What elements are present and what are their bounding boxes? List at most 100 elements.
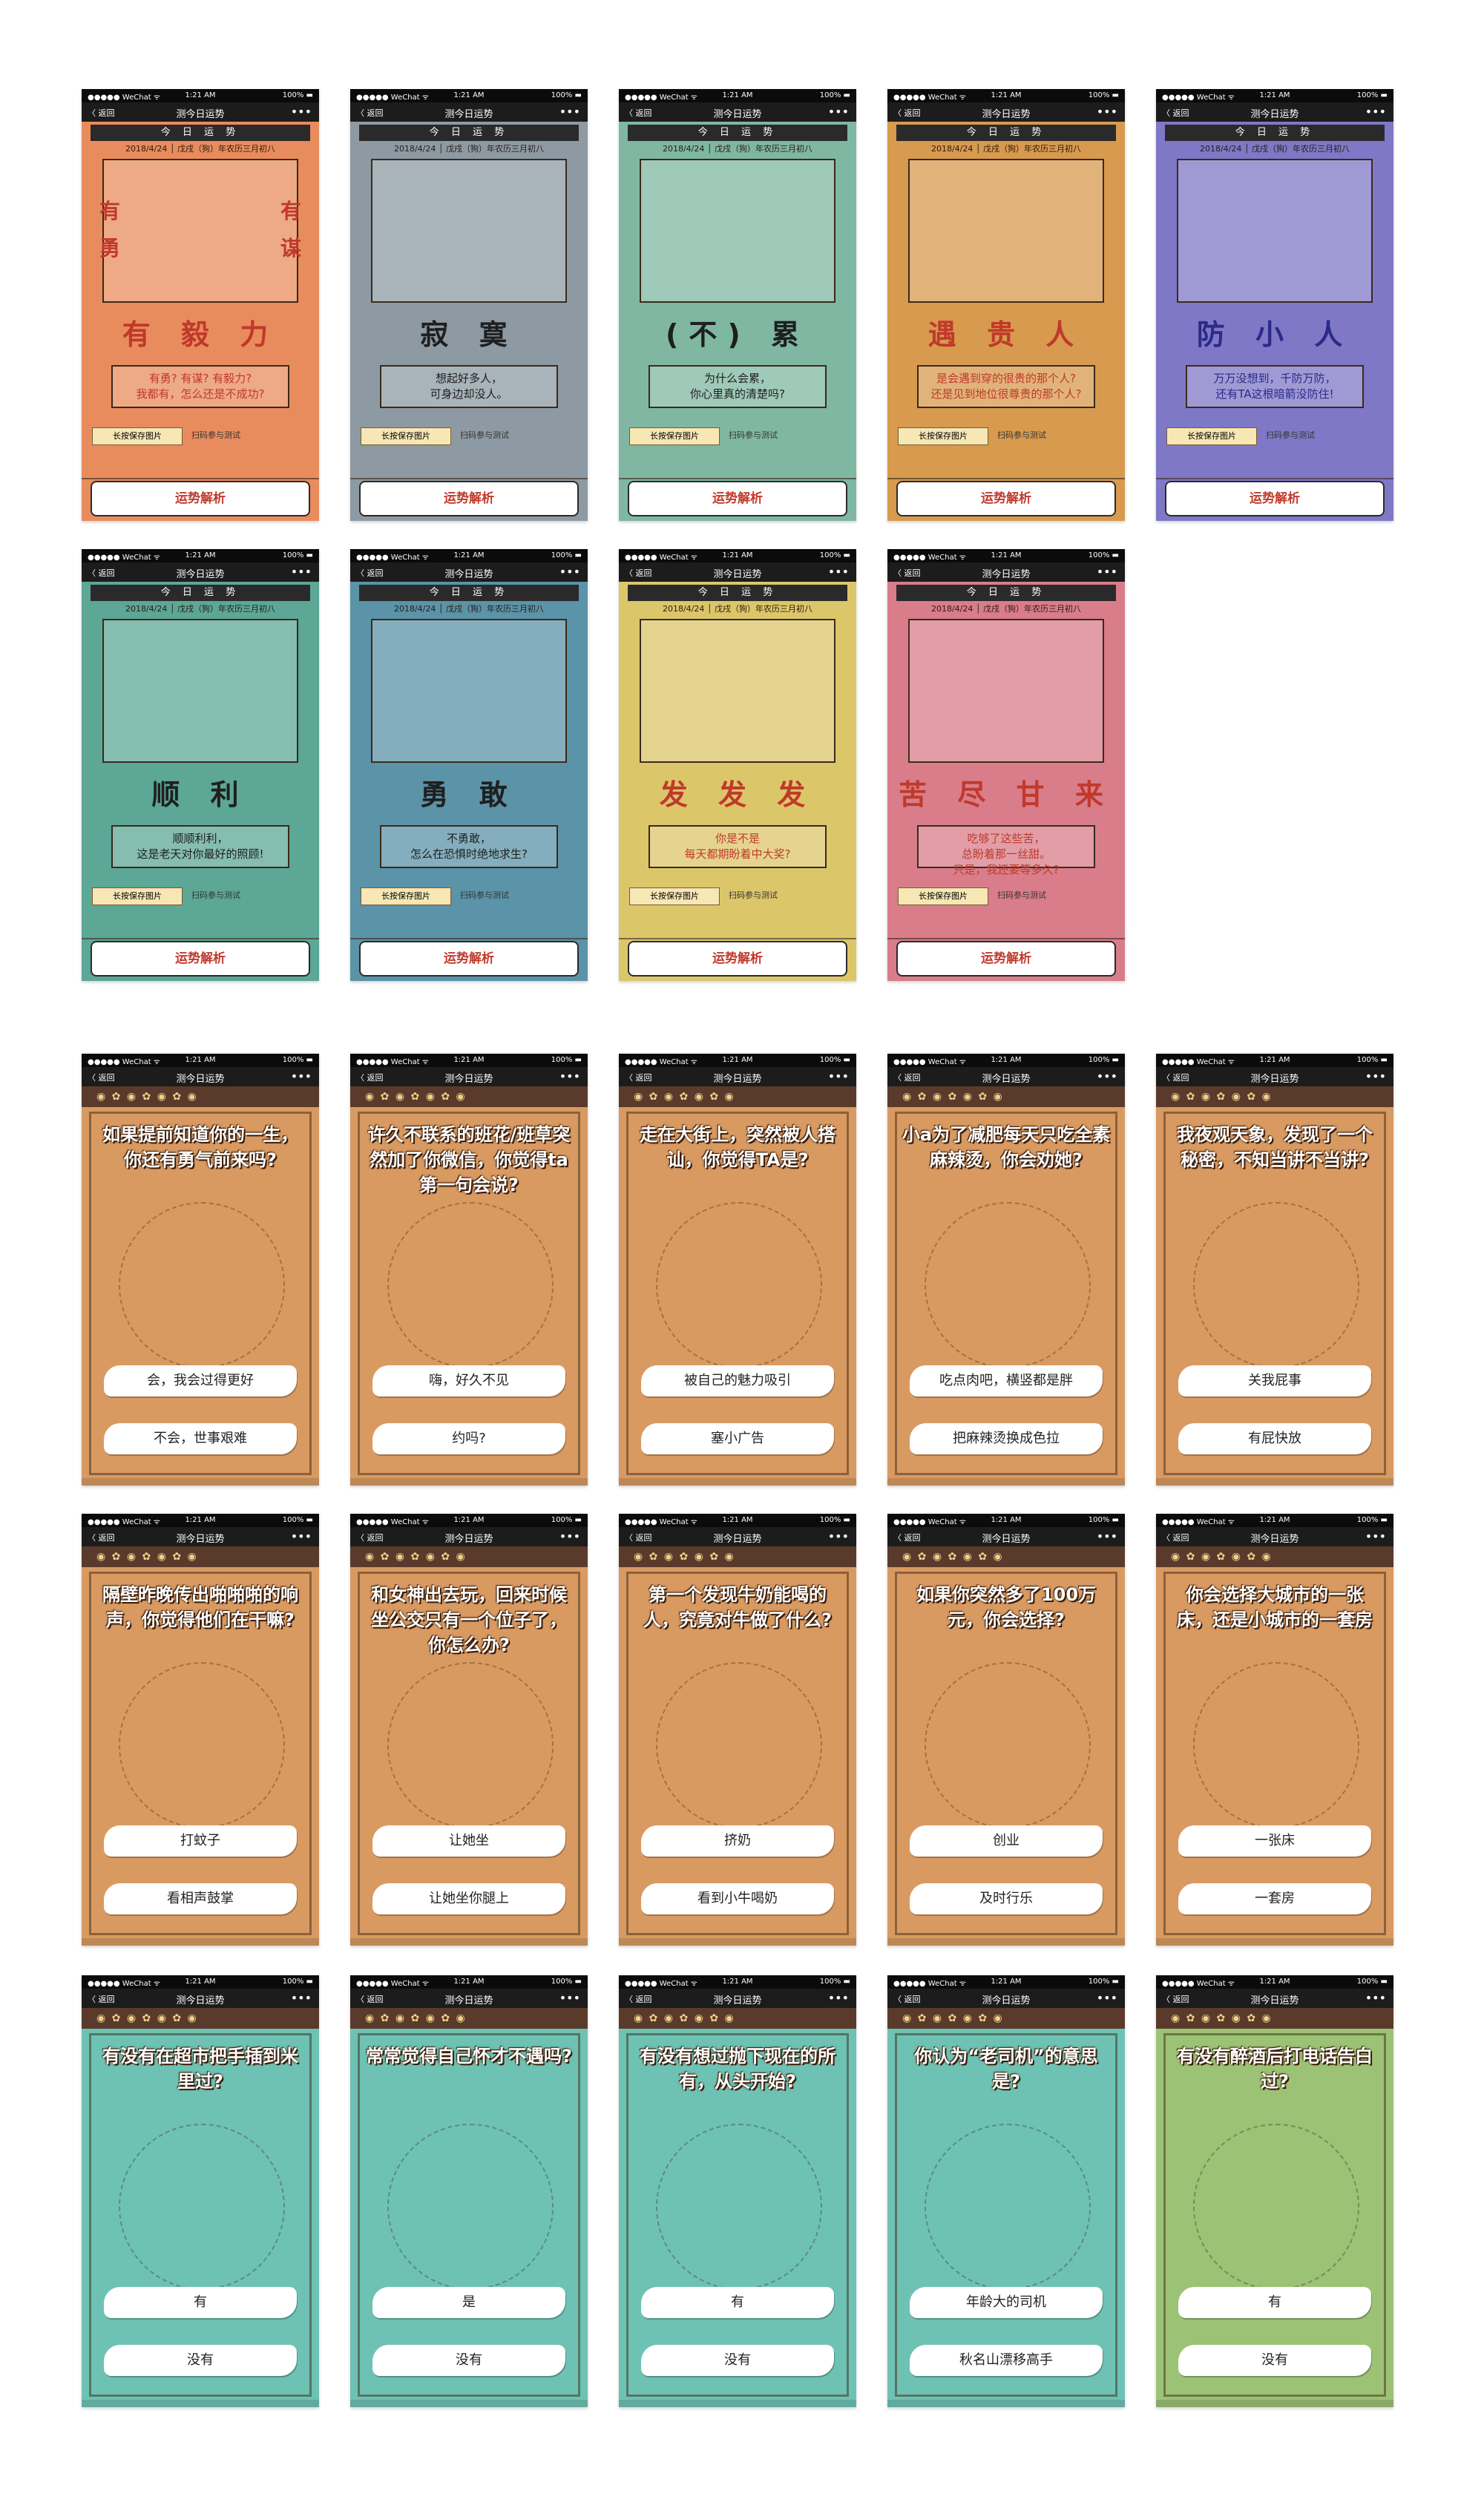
- nav-bar: 〈 返回 测今日运势 •••: [619, 1067, 856, 1086]
- quiz-option-a[interactable]: 有: [641, 2287, 834, 2318]
- fortune-description: 有勇? 有谋? 有毅力? 我都有，怎么还是不成功?: [111, 365, 289, 408]
- fortune-headline: 有 毅 力: [122, 318, 279, 351]
- quiz-option-b[interactable]: 没有: [641, 2345, 834, 2376]
- fortune-illustration: [371, 619, 567, 763]
- quiz-option-a[interactable]: 挤奶: [641, 1825, 834, 1857]
- quiz-option-a[interactable]: 会，我会过得更好: [104, 1365, 297, 1397]
- quiz-option-b[interactable]: 一套房: [1178, 1883, 1371, 1914]
- scan-code-hint[interactable]: 扫码参与测试: [729, 887, 818, 904]
- save-image-hint[interactable]: 长按保存图片: [898, 887, 988, 905]
- more-menu-icon[interactable]: •••: [291, 565, 312, 579]
- quiz-hexagram-circle: [656, 2124, 822, 2290]
- footer-divider: [350, 938, 588, 939]
- save-image-hint[interactable]: 长按保存图片: [629, 887, 720, 905]
- quiz-option-a[interactable]: 被自己的魅力吸引: [641, 1365, 834, 1397]
- more-menu-icon[interactable]: •••: [291, 105, 312, 119]
- fortune-analysis-button[interactable]: 运势解析: [1165, 481, 1385, 516]
- save-image-hint[interactable]: 长按保存图片: [92, 427, 183, 445]
- more-menu-icon[interactable]: •••: [1365, 105, 1386, 119]
- quiz-option-a[interactable]: 一张床: [1178, 1825, 1371, 1857]
- more-menu-icon[interactable]: •••: [1365, 1529, 1386, 1543]
- quiz-option-a[interactable]: 关我屁事: [1178, 1365, 1371, 1397]
- quiz-option-b[interactable]: 让她坐你腿上: [372, 1883, 565, 1914]
- more-menu-icon[interactable]: •••: [1097, 1069, 1117, 1083]
- scan-code-hint[interactable]: 扫码参与测试: [997, 427, 1086, 444]
- more-menu-icon[interactable]: •••: [1097, 1529, 1117, 1543]
- quiz-option-b[interactable]: 不会，世事艰难: [104, 1423, 297, 1454]
- fortune-analysis-button[interactable]: 运势解析: [896, 941, 1116, 977]
- fortune-headline: 寂 寞: [420, 318, 518, 351]
- quiz-ornament-bar: ◉ ✿ ◉ ✿ ◉ ✿ ◉: [887, 1546, 1125, 1567]
- quiz-option-a[interactable]: 年龄大的司机: [910, 2287, 1103, 2318]
- quiz-option-b[interactable]: 没有: [104, 2345, 297, 2376]
- status-bar: ●●●●● WeChat ᯤ 1:21 AM 100% ▬: [82, 1514, 319, 1527]
- fortune-analysis-button[interactable]: 运势解析: [628, 481, 847, 516]
- save-image-hint[interactable]: 长按保存图片: [92, 887, 183, 905]
- scan-code-hint[interactable]: 扫码参与测试: [191, 887, 280, 904]
- quiz-option-b[interactable]: 塞小广告: [641, 1423, 834, 1454]
- fortune-analysis-button[interactable]: 运势解析: [359, 941, 579, 977]
- fortune-illustration: [371, 159, 567, 303]
- scan-code-hint[interactable]: 扫码参与测试: [460, 887, 549, 904]
- quiz-option-b[interactable]: 看到小牛喝奶: [641, 1883, 834, 1914]
- more-menu-icon[interactable]: •••: [291, 1529, 312, 1543]
- quiz-option-b[interactable]: 秋名山漂移高手: [910, 2345, 1103, 2376]
- save-image-hint[interactable]: 长按保存图片: [629, 427, 720, 445]
- scan-code-hint[interactable]: 扫码参与测试: [729, 427, 818, 444]
- fortune-card: ●●●●● WeChat ᯤ 1:21 AM 100% ▬ 〈 返回 测今日运势 ••• 今…: [887, 549, 1125, 981]
- more-menu-icon[interactable]: •••: [291, 1069, 312, 1083]
- more-menu-icon[interactable]: •••: [828, 1991, 849, 2005]
- more-menu-icon[interactable]: •••: [559, 105, 580, 119]
- more-menu-icon[interactable]: •••: [559, 1991, 580, 2005]
- more-menu-icon[interactable]: •••: [1365, 1069, 1386, 1083]
- save-image-hint[interactable]: 长按保存图片: [1166, 427, 1257, 445]
- fortune-analysis-button[interactable]: 运势解析: [91, 481, 310, 516]
- scan-code-hint[interactable]: 扫码参与测试: [191, 427, 280, 444]
- more-menu-icon[interactable]: •••: [828, 565, 849, 579]
- quiz-option-b[interactable]: 看相声鼓掌: [104, 1883, 297, 1914]
- more-menu-icon[interactable]: •••: [828, 105, 849, 119]
- fortune-description-line: 为什么会累，: [703, 372, 771, 385]
- nav-title: 测今日运势: [444, 1074, 493, 1085]
- status-bar: ●●●●● WeChat ᯤ 1:21 AM 100% ▬: [350, 1514, 588, 1527]
- fortune-analysis-button[interactable]: 运势解析: [628, 941, 847, 977]
- quiz-option-a[interactable]: 创业: [910, 1825, 1103, 1857]
- more-menu-icon[interactable]: •••: [828, 1529, 849, 1543]
- quiz-option-a[interactable]: 有: [1178, 2287, 1371, 2318]
- quiz-option-a[interactable]: 让她坐: [372, 1825, 565, 1857]
- quiz-option-b[interactable]: 把麻辣烫换成色拉: [910, 1423, 1103, 1454]
- ornament-icon: ◉ ✿ ◉ ✿ ◉ ✿ ◉: [96, 1551, 198, 1563]
- scan-code-hint[interactable]: 扫码参与测试: [997, 887, 1086, 904]
- more-menu-icon[interactable]: •••: [559, 565, 580, 579]
- scan-code-hint[interactable]: 扫码参与测试: [460, 427, 549, 444]
- more-menu-icon[interactable]: •••: [828, 1069, 849, 1083]
- quiz-option-b[interactable]: 有屁快放: [1178, 1423, 1371, 1454]
- fortune-analysis-button[interactable]: 运势解析: [359, 481, 579, 516]
- fortune-analysis-button[interactable]: 运势解析: [896, 481, 1116, 516]
- quiz-option-a[interactable]: 是: [372, 2287, 565, 2318]
- more-menu-icon[interactable]: •••: [559, 1529, 580, 1543]
- fortune-headline: 苦 尽 甘 来: [899, 778, 1114, 811]
- more-menu-icon[interactable]: •••: [1097, 105, 1117, 119]
- more-menu-icon[interactable]: •••: [1365, 1991, 1386, 2005]
- quiz-option-b[interactable]: 约吗?: [372, 1423, 565, 1454]
- more-menu-icon[interactable]: •••: [559, 1069, 580, 1083]
- save-image-hint[interactable]: 长按保存图片: [361, 887, 451, 905]
- more-menu-icon[interactable]: •••: [1097, 1991, 1117, 2005]
- quiz-option-a[interactable]: 打蚊子: [104, 1825, 297, 1857]
- quiz-footer: [82, 1938, 319, 1946]
- quiz-option-b[interactable]: 及时行乐: [910, 1883, 1103, 1914]
- quiz-card: ●●●●● WeChat ᯤ 1:21 AM 100% ▬ 〈 返回 测今日运势 ••• ◉…: [350, 1975, 588, 2407]
- more-menu-icon[interactable]: •••: [1097, 565, 1117, 579]
- save-image-hint[interactable]: 长按保存图片: [361, 427, 451, 445]
- fortune-analysis-button[interactable]: 运势解析: [91, 941, 310, 977]
- fortune-description: 顺顺利利， 这是老天对你最好的照顾!: [111, 825, 289, 868]
- save-image-hint[interactable]: 长按保存图片: [898, 427, 988, 445]
- more-menu-icon[interactable]: •••: [291, 1991, 312, 2005]
- quiz-option-b[interactable]: 没有: [372, 2345, 565, 2376]
- scan-code-hint[interactable]: 扫码参与测试: [1266, 427, 1355, 444]
- quiz-option-a[interactable]: 嗨，好久不见: [372, 1365, 565, 1397]
- quiz-option-a[interactable]: 有: [104, 2287, 297, 2318]
- quiz-option-a[interactable]: 吃点肉吧，横竖都是胖: [910, 1365, 1103, 1397]
- quiz-option-b[interactable]: 没有: [1178, 2345, 1371, 2376]
